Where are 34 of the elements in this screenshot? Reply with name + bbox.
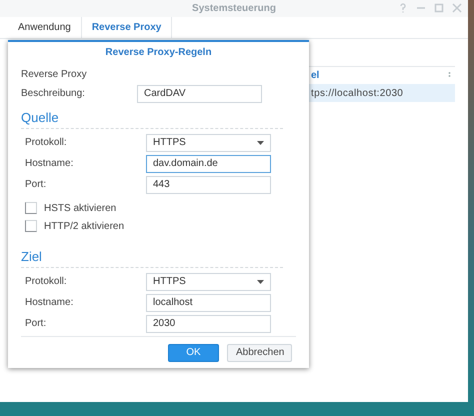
protocol-dropdown[interactable]: HTTPS [146,134,271,152]
field-label: Protokoll: [25,276,68,287]
checkbox[interactable] [25,220,37,232]
protocol-dropdown[interactable]: HTTPS [146,272,271,290]
input-field[interactable]: 2030 [146,314,271,332]
dialog-subtitle: Reverse Proxy [21,68,88,82]
field-label: Hostname: [25,158,74,169]
column-header[interactable]: el [311,70,320,81]
cancel-button[interactable]: Abbrechen [227,344,292,362]
field-label: Port: [25,318,48,329]
field-label: Protokoll: [25,137,68,148]
section-title: Ziel [21,248,43,265]
caret-icon [257,140,264,144]
field-label: Beschreibung: [21,88,86,99]
field-label: Hostname: [25,297,74,308]
caret-icon [257,280,264,284]
help-icon[interactable] [398,3,408,13]
input-field[interactable]: dav.domain.de [146,154,271,172]
maximize-icon[interactable] [434,3,444,13]
section-title: Quelle [21,108,60,126]
dialog-title: Reverse Proxy-Regeln [104,46,213,60]
close-icon[interactable] [452,3,462,13]
window-title: Systemsteuerung [192,3,276,14]
tab[interactable]: Anwendung [8,17,82,38]
tab[interactable]: Reverse Proxy [82,17,172,38]
table-cell: tps://localhost:2030 [311,88,404,98]
checkbox-label: HTTP/2 aktivieren [44,220,124,232]
input-field[interactable]: CardDAV [137,84,262,102]
column-menu-icon[interactable] [448,71,451,80]
input-field[interactable]: localhost [146,294,271,312]
checkbox-label: HSTS aktivieren [44,202,116,214]
input-field[interactable]: 443 [146,176,271,194]
checkbox[interactable] [25,202,37,214]
field-label: Port: [25,179,48,190]
